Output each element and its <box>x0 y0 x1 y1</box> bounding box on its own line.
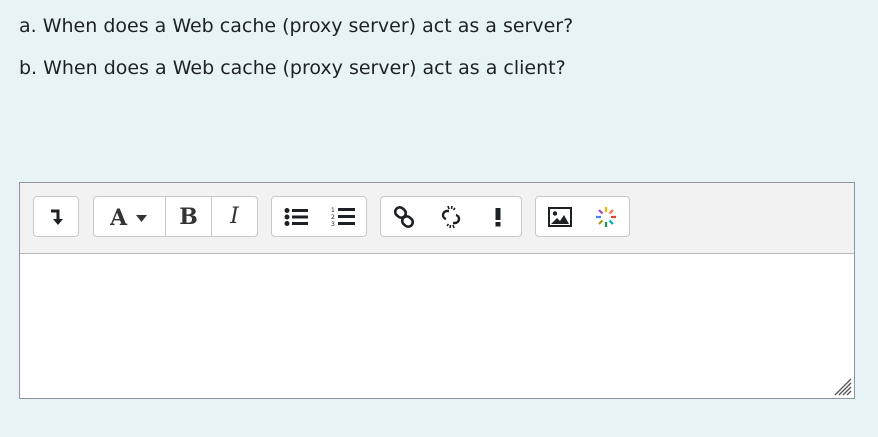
svg-text:3: 3 <box>331 221 335 228</box>
unordered-list-button[interactable] <box>272 197 319 236</box>
font-style-icon: A <box>110 206 147 228</box>
toolbar-group-collapse <box>33 196 79 237</box>
exclamation-icon <box>495 207 501 226</box>
italic-button[interactable]: I <box>211 197 257 236</box>
question-b: b. When does a Web cache (proxy server) … <box>19 57 566 79</box>
insert-image-button[interactable] <box>536 197 583 236</box>
bold-button[interactable]: B <box>165 197 211 236</box>
unlink-icon <box>441 205 461 228</box>
insert-media-button[interactable] <box>583 197 629 236</box>
editor-text-area[interactable] <box>20 253 854 398</box>
toolbar-group-links <box>380 196 522 237</box>
image-icon <box>547 206 572 227</box>
link-button[interactable] <box>381 197 427 236</box>
ordered-list-button[interactable]: 1 2 3 <box>319 197 366 236</box>
collapse-icon <box>51 209 63 225</box>
question-a: a. When does a Web cache (proxy server) … <box>19 15 574 37</box>
svg-text:2: 2 <box>331 214 335 221</box>
media-sparkle-icon <box>596 206 616 227</box>
editor-toolbar: A B I 1 2 3 <box>20 183 854 254</box>
exclamation-button[interactable] <box>475 197 521 236</box>
rich-text-editor: A B I 1 2 3 <box>19 182 855 399</box>
resize-handle-icon[interactable] <box>832 376 852 396</box>
unlink-button[interactable] <box>427 197 475 236</box>
collapse-toolbar-button[interactable] <box>34 197 78 236</box>
toolbar-group-media <box>535 196 630 237</box>
svg-text:A: A <box>110 206 128 228</box>
svg-text:1: 1 <box>331 207 335 214</box>
ordered-list-icon: 1 2 3 <box>331 207 355 228</box>
toolbar-group-text: A B I <box>93 196 258 237</box>
font-style-button[interactable]: A <box>94 197 165 236</box>
unordered-list-icon <box>284 207 308 226</box>
toolbar-group-lists: 1 2 3 <box>271 196 367 237</box>
link-icon <box>393 205 415 228</box>
